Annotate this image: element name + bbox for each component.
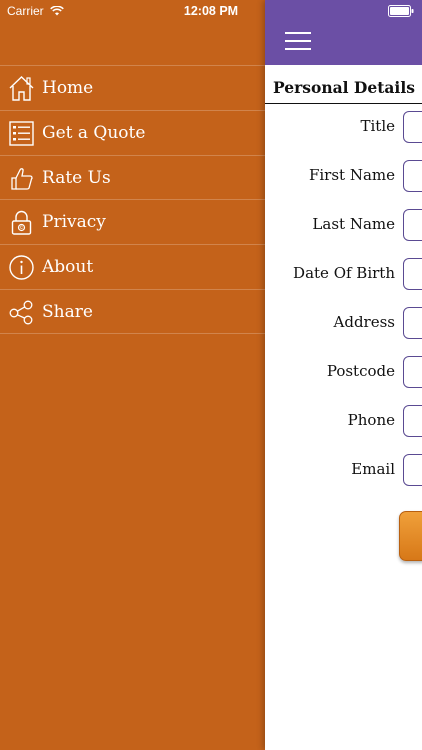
menu-label-home: Home [42, 78, 94, 98]
field-first-name: First Name [265, 160, 422, 196]
field-label-address: Address [333, 313, 395, 331]
menu-item-privacy[interactable]: © Privacy [0, 199, 265, 244]
info-icon [9, 255, 34, 280]
menu-label-get-a-quote: Get a Quote [42, 122, 146, 143]
last-name-input[interactable] [403, 209, 422, 241]
email-input[interactable] [403, 454, 422, 486]
app-screen: Carrier 12:08 PM Home Get a Quote Rate U… [0, 0, 422, 750]
field-last-name: Last Name [265, 209, 422, 245]
status-bar: Carrier 12:08 PM [0, 0, 422, 22]
field-label-title: Title [360, 117, 395, 135]
thumbs-up-icon [11, 167, 33, 190]
hamburger-menu-button[interactable] [285, 32, 311, 50]
field-phone: Phone [265, 405, 422, 441]
menu-item-rate-us[interactable]: Rate Us [0, 154, 265, 200]
phone-input[interactable] [403, 405, 422, 437]
field-label-postcode: Postcode [326, 362, 395, 380]
field-label-date-of-birth: Date Of Birth [293, 264, 395, 282]
svg-text:©: © [19, 225, 24, 232]
title-input[interactable] [403, 111, 422, 143]
home-icon [9, 76, 34, 101]
field-email: Email [265, 454, 422, 490]
address-input[interactable] [403, 307, 422, 339]
side-menu: Home Get a Quote Rate Us © Privacy About… [0, 65, 265, 334]
form-title: Personal Details [265, 70, 422, 104]
menu-item-get-a-quote[interactable]: Get a Quote [0, 109, 265, 155]
menu-item-share[interactable]: Share [0, 288, 265, 334]
quote-list-icon [9, 121, 34, 146]
field-label-first-name: First Name [308, 166, 395, 184]
field-label-phone: Phone [347, 411, 395, 429]
hamburger-line [285, 48, 311, 50]
field-label-email: Email [351, 460, 395, 478]
field-title: Title [265, 111, 422, 147]
field-label-last-name: Last Name [312, 215, 395, 233]
submit-button[interactable] [399, 511, 422, 561]
menu-item-about[interactable]: About [0, 244, 265, 289]
first-name-input[interactable] [403, 160, 422, 192]
menu-label-privacy: Privacy [42, 212, 106, 233]
status-time: 12:08 PM [183, 4, 239, 18]
postcode-input[interactable] [403, 356, 422, 388]
hamburger-line [285, 32, 311, 34]
date-of-birth-input[interactable] [403, 258, 422, 290]
hamburger-line [285, 40, 311, 42]
field-address: Address [265, 307, 422, 343]
menu-label-rate-us: Rate Us [42, 167, 111, 188]
lock-icon: © [11, 211, 32, 236]
menu-label-about: About [42, 257, 94, 278]
menu-item-home[interactable]: Home [0, 65, 265, 110]
field-date-of-birth: Date Of Birth [265, 258, 422, 294]
form-panel: Personal Details Title First Name Last N… [265, 0, 422, 750]
menu-label-share: Share [42, 301, 93, 322]
field-postcode: Postcode [265, 356, 422, 392]
share-icon [9, 300, 33, 325]
